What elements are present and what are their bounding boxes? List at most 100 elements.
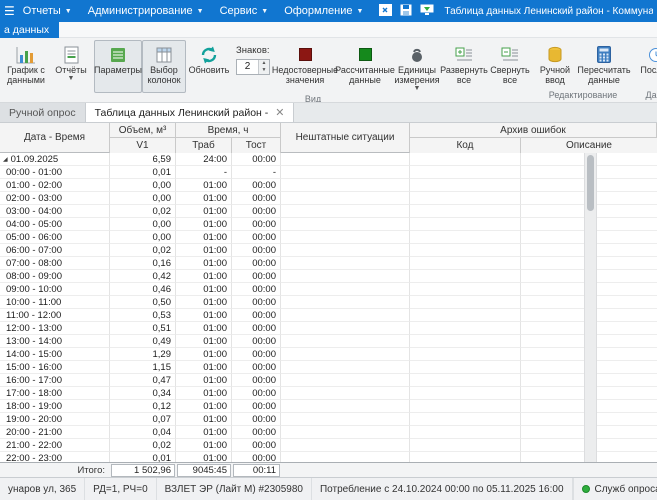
statusbar-poll-service-label: Служб опроса: 1; портов: 9, действует: 8…	[595, 484, 657, 495]
header-volume[interactable]: Объем, м³	[110, 123, 176, 138]
header-date-time[interactable]: Дата - Время	[0, 123, 110, 153]
menu-administration[interactable]: Администрирование ▼	[80, 0, 212, 22]
header-description[interactable]: Описание	[521, 138, 657, 153]
table-row[interactable]: 04:00 - 05:00 0,00 01:00 00:00	[0, 218, 657, 231]
table-row[interactable]: 05:00 - 06:00 0,00 01:00 00:00	[0, 231, 657, 244]
table-row[interactable]: 10:00 - 11:00 0,50 01:00 00:00	[0, 296, 657, 309]
header-volume-group: Объем, м³ V1	[110, 123, 176, 153]
calculated-data-label: Рассчитанные данные	[335, 65, 395, 85]
ribbon-group-label	[2, 89, 92, 102]
statusbar-device-label: ВЗЛЕТ ЭР (Лайт М) #2305980	[165, 484, 303, 495]
cell-code	[410, 257, 521, 270]
cell-date: 19:00 - 20:00	[0, 413, 110, 426]
cell-emergencies	[281, 361, 410, 374]
vertical-scrollbar[interactable]	[584, 153, 597, 462]
menu-design[interactable]: Оформление ▼	[276, 0, 371, 22]
cell-date: ◢01.09.2025	[0, 153, 110, 166]
units-weight-icon	[409, 44, 425, 65]
collapse-all-button[interactable]: Свернуть все	[488, 40, 532, 93]
ribbon-tab-data[interactable]: а данных	[0, 22, 59, 38]
chevron-down-icon: ▼	[261, 7, 268, 15]
header-trab[interactable]: Траб	[176, 138, 232, 153]
table-row[interactable]: 00:00 - 01:00 0,01 - -	[0, 166, 657, 179]
units-button[interactable]: Единицы измерения ▼	[394, 40, 440, 93]
manual-input-button[interactable]: Ручной ввод	[534, 40, 576, 89]
last-data-label: Послед	[640, 65, 657, 75]
cell-tost: 00:00	[232, 335, 281, 348]
last-data-button[interactable]: Послед	[634, 40, 657, 89]
save-icon[interactable]	[400, 4, 412, 19]
header-time[interactable]: Время, ч	[176, 123, 281, 138]
table-row[interactable]: 19:00 - 20:00 0,07 01:00 00:00	[0, 413, 657, 426]
table-row[interactable]: 21:00 - 22:00 0,02 01:00 00:00	[0, 439, 657, 452]
table-row[interactable]: 02:00 - 03:00 0,00 01:00 00:00	[0, 192, 657, 205]
cell-code	[410, 270, 521, 283]
cell-tost: 00:00	[232, 452, 281, 462]
recalculate-button[interactable]: Пересчитать данные	[576, 40, 632, 89]
table-row[interactable]: 16:00 - 17:00 0,47 01:00 00:00	[0, 374, 657, 387]
cell-code	[410, 335, 521, 348]
menu-service[interactable]: Сервис ▼	[212, 0, 277, 22]
cell-date: 15:00 - 16:00	[0, 361, 110, 374]
table-row[interactable]: 17:00 - 18:00 0,34 01:00 00:00	[0, 387, 657, 400]
app-menu-icon[interactable]: ☰	[4, 4, 15, 18]
collapse-all-icon	[501, 44, 519, 65]
menu-reports[interactable]: Отчеты ▼	[15, 0, 80, 22]
header-emergencies[interactable]: Нештатные ситуации	[281, 123, 410, 153]
table-row[interactable]: 07:00 - 08:00 0,16 01:00 00:00	[0, 257, 657, 270]
tab-manual-poll[interactable]: Ручной опрос	[0, 103, 86, 122]
cell-emergencies	[281, 166, 410, 179]
cell-v1: 0,49	[110, 335, 176, 348]
parameters-icon	[110, 44, 126, 65]
chevron-down-icon: ▼	[197, 7, 204, 15]
invalid-values-button[interactable]: Недостоверные значения	[274, 40, 336, 93]
header-code[interactable]: Код	[410, 138, 521, 153]
table-row[interactable]: 06:00 - 07:00 0,02 01:00 00:00	[0, 244, 657, 257]
table-row[interactable]: 09:00 - 10:00 0,46 01:00 00:00	[0, 283, 657, 296]
close-icon[interactable]: ✕	[275, 108, 284, 118]
monitor-refresh-icon[interactable]	[420, 4, 434, 19]
cell-tost: 00:00	[232, 192, 281, 205]
table-row[interactable]: 08:00 - 09:00 0,42 01:00 00:00	[0, 270, 657, 283]
statusbar-consumption-label: Потребление с 24.10.2024 00:00 по 05.11.…	[320, 484, 564, 495]
window-panel-icon[interactable]	[379, 4, 392, 19]
table-row[interactable]: ◢01.09.2025 6,59 24:00 00:00	[0, 153, 657, 166]
table-row[interactable]: 15:00 - 16:00 1,15 01:00 00:00	[0, 361, 657, 374]
cell-tost: 00:00	[232, 361, 281, 374]
table-row[interactable]: 11:00 - 12:00 0,53 01:00 00:00	[0, 309, 657, 322]
table-row[interactable]: 20:00 - 21:00 0,04 01:00 00:00	[0, 426, 657, 439]
table-row[interactable]: 13:00 - 14:00 0,49 01:00 00:00	[0, 335, 657, 348]
reports-button[interactable]: Отчёты ▼	[50, 40, 92, 89]
expand-icon[interactable]: ◢	[3, 156, 8, 163]
cell-tost: 00:00	[232, 439, 281, 452]
expand-all-button[interactable]: Развернуть все	[440, 40, 488, 93]
chart-with-data-button[interactable]: График с данными	[2, 40, 50, 89]
parameters-toggle-button[interactable]: Параметры	[94, 40, 142, 93]
digits-spinner[interactable]: 2 ▲ ▼	[236, 59, 270, 75]
totals-v1: 1 502,96	[111, 464, 175, 477]
scrollbar-thumb[interactable]	[587, 155, 594, 211]
cell-trab: 01:00	[176, 270, 232, 283]
table-row[interactable]: 18:00 - 19:00 0,12 01:00 00:00	[0, 400, 657, 413]
header-tost[interactable]: Тост	[232, 138, 281, 153]
calculated-data-button[interactable]: Рассчитанные данные	[336, 40, 394, 93]
tab-manual-poll-label: Ручной опрос	[9, 107, 76, 119]
digits-label: Знаков:	[236, 45, 270, 56]
spin-down-icon[interactable]: ▼	[259, 67, 269, 74]
header-v1[interactable]: V1	[110, 138, 176, 153]
cell-tost: 00:00	[232, 322, 281, 335]
refresh-button[interactable]: Обновить	[186, 40, 232, 93]
table-row[interactable]: 03:00 - 04:00 0,02 01:00 00:00	[0, 205, 657, 218]
table-row[interactable]: 22:00 - 23:00 0,01 01:00 00:00	[0, 452, 657, 462]
recalculate-label: Пересчитать данные	[577, 65, 630, 85]
column-chooser-button[interactable]: Выбор колонок	[142, 40, 186, 93]
table-row[interactable]: 14:00 - 15:00 1,29 01:00 00:00	[0, 348, 657, 361]
table-row[interactable]: 12:00 - 13:00 0,51 01:00 00:00	[0, 322, 657, 335]
refresh-icon	[199, 44, 219, 65]
spin-up-icon[interactable]: ▲	[259, 60, 269, 67]
cell-tost: 00:00	[232, 270, 281, 283]
header-error-archive[interactable]: Архив ошибок	[410, 123, 657, 138]
cell-code	[410, 283, 521, 296]
table-row[interactable]: 01:00 - 02:00 0,00 01:00 00:00	[0, 179, 657, 192]
tab-data-table[interactable]: Таблица данных Ленинский район - ✕	[86, 103, 295, 122]
